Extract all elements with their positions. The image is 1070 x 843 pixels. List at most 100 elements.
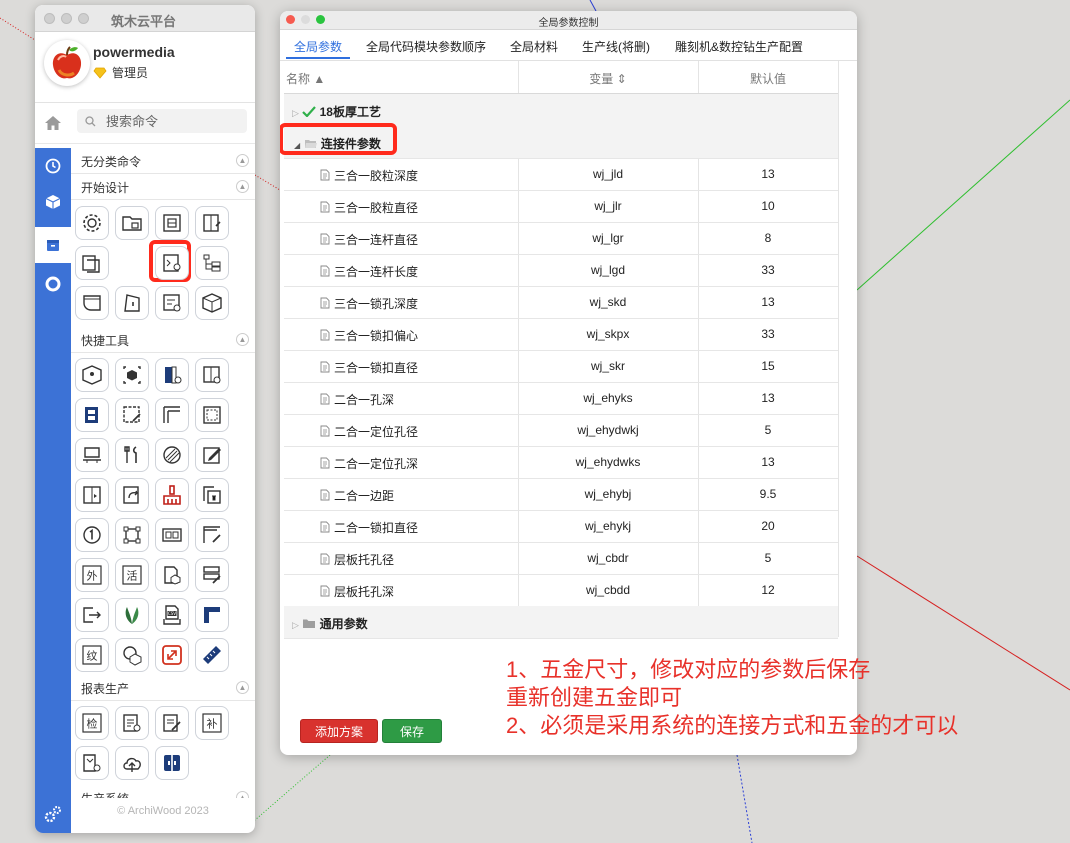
table-row[interactable]: 三合一连杆直径 wj_lgr 8: [284, 222, 838, 255]
l-shape-icon[interactable]: [195, 598, 229, 632]
pencil-edit-icon[interactable]: [195, 438, 229, 472]
chevron-right-icon[interactable]: ▷: [292, 620, 299, 630]
chevron-up-icon[interactable]: ▲: [236, 681, 249, 694]
param-default-value[interactable]: 13: [698, 391, 838, 405]
select-cube-icon[interactable]: [115, 358, 149, 392]
table-row[interactable]: 二合一锁扣直径 wj_ehykj 20: [284, 510, 838, 543]
close-window-button[interactable]: [44, 13, 55, 24]
param-default-value[interactable]: 15: [698, 359, 838, 373]
settings-icon[interactable]: [44, 805, 62, 823]
copy-board-icon[interactable]: [75, 246, 109, 280]
tab-global-params[interactable]: 全局参数: [294, 38, 342, 55]
cloud-upload-icon[interactable]: [115, 746, 149, 780]
section-header-production[interactable]: 生产系统 ▲: [71, 785, 255, 798]
tree-structure-icon[interactable]: [195, 246, 229, 280]
resize-frame-icon[interactable]: [115, 518, 149, 552]
number-one-icon[interactable]: [75, 518, 109, 552]
overlap-cube-icon[interactable]: [115, 638, 149, 672]
home-icon[interactable]: [43, 113, 63, 133]
section-header-quick-tools[interactable]: 快捷工具 ▲: [71, 327, 255, 353]
param-default-value[interactable]: 13: [698, 167, 838, 181]
sidebar-item-design[interactable]: [35, 227, 71, 263]
view-panel-icon[interactable]: [195, 358, 229, 392]
tab-production-line[interactable]: 生产线(将删): [582, 38, 650, 55]
settings-gear-cmd-icon[interactable]: [75, 206, 109, 240]
rotate-board-icon[interactable]: [115, 478, 149, 512]
texture-text-icon[interactable]: 纹: [75, 638, 109, 672]
supplement-text-icon[interactable]: 补: [195, 706, 229, 740]
param-default-value[interactable]: 9.5: [698, 487, 838, 501]
double-panel-icon[interactable]: [155, 518, 189, 552]
layers-edit-icon[interactable]: [195, 558, 229, 592]
search-input[interactable]: [104, 112, 238, 130]
leaf-icon[interactable]: [115, 598, 149, 632]
param-default-value[interactable]: 10: [698, 199, 838, 213]
chevron-up-icon[interactable]: ▲: [236, 154, 249, 167]
param-default-value[interactable]: 13: [698, 455, 838, 469]
brush-icon[interactable]: [155, 478, 189, 512]
count-report-icon[interactable]: [75, 746, 109, 780]
param-default-value[interactable]: 5: [698, 423, 838, 437]
table-row[interactable]: 三合一锁孔深度 wj_skd 13: [284, 286, 838, 319]
edit-corner-icon[interactable]: [195, 518, 229, 552]
table-row[interactable]: 二合一定位孔深 wj_ehydwks 13: [284, 446, 838, 479]
table-row[interactable]: 层板托孔径 wj_cbdr 5: [284, 542, 838, 575]
add-scheme-button[interactable]: 添加方案: [300, 719, 378, 743]
report-edit-icon[interactable]: [155, 706, 189, 740]
chevron-up-icon[interactable]: ▲: [236, 180, 249, 193]
hardware-list-icon[interactable]: [155, 246, 189, 280]
chevron-up-icon[interactable]: ▲: [236, 333, 249, 346]
split-cabinet-icon[interactable]: [75, 478, 109, 512]
external-text-icon[interactable]: 外: [75, 558, 109, 592]
file-cube-icon[interactable]: [155, 558, 189, 592]
table-row[interactable]: 三合一胶粒直径 wj_jlr 10: [284, 190, 838, 223]
param-default-value[interactable]: 8: [698, 231, 838, 245]
header-default-value[interactable]: 默认值: [698, 70, 838, 87]
edit-board-icon[interactable]: [115, 398, 149, 432]
cube-info-icon[interactable]: [75, 358, 109, 392]
project-folder-icon[interactable]: [115, 206, 149, 240]
cabinet-shape-icon[interactable]: [75, 286, 109, 320]
tab-global-materials[interactable]: 全局材料: [510, 38, 558, 55]
sidebar-item-recent[interactable]: [35, 148, 71, 184]
delete-board-icon[interactable]: [195, 478, 229, 512]
corner-panel-icon[interactable]: [155, 398, 189, 432]
door-open-icon[interactable]: [155, 358, 189, 392]
minimize-window-button[interactable]: [61, 13, 72, 24]
table-row[interactable]: 层板托孔深 wj_cbdd 12: [284, 574, 838, 607]
tab-module-order[interactable]: 全局代码模块参数顺序: [366, 38, 486, 55]
table-row[interactable]: 二合一边距 wj_ehybj 9.5: [284, 478, 838, 511]
section-header-start-design[interactable]: 开始设计 ▲: [71, 174, 255, 200]
sidebar-item-system[interactable]: [35, 266, 71, 302]
param-default-value[interactable]: 20: [698, 519, 838, 533]
chevron-up-icon[interactable]: ▲: [236, 791, 249, 798]
drawer-icon[interactable]: [75, 398, 109, 432]
table-row[interactable]: 三合一胶粒深度 wj_jld 13: [284, 158, 838, 191]
ruler-icon[interactable]: [195, 638, 229, 672]
texture-ball-icon[interactable]: [155, 438, 189, 472]
save-button[interactable]: 保存: [382, 719, 442, 743]
param-default-value[interactable]: 33: [698, 263, 838, 277]
tools-icon[interactable]: [115, 438, 149, 472]
cabinet-split-icon[interactable]: [155, 746, 189, 780]
door-edit-icon[interactable]: [195, 206, 229, 240]
tab-cnc-config[interactable]: 雕刻机&数控钻生产配置: [675, 38, 803, 55]
expand-arrow-icon[interactable]: [155, 638, 189, 672]
report-settings-icon[interactable]: [115, 706, 149, 740]
table-row[interactable]: 二合一定位孔径 wj_ehydwkj 5: [284, 414, 838, 447]
table-row[interactable]: 三合一锁扣直径 wj_skr 15: [284, 350, 838, 383]
export-arrow-icon[interactable]: [75, 598, 109, 632]
param-default-value[interactable]: 33: [698, 327, 838, 341]
table-row[interactable]: 三合一连杆长度 wj_lgd 33: [284, 254, 838, 287]
door-panel-icon[interactable]: [115, 286, 149, 320]
zoom-window-button[interactable]: [78, 13, 89, 24]
material-settings-icon[interactable]: [155, 286, 189, 320]
group-row-general[interactable]: ▷ 通用参数: [284, 606, 838, 639]
chevron-right-icon[interactable]: ▷: [292, 108, 299, 118]
sofa-icon[interactable]: [75, 438, 109, 472]
section-header-uncategorized[interactable]: 无分类命令 ▲: [71, 148, 255, 174]
frame-icon[interactable]: [195, 398, 229, 432]
param-default-value[interactable]: 12: [698, 583, 838, 597]
panel-template-icon[interactable]: [155, 206, 189, 240]
box-3d-icon[interactable]: [195, 286, 229, 320]
